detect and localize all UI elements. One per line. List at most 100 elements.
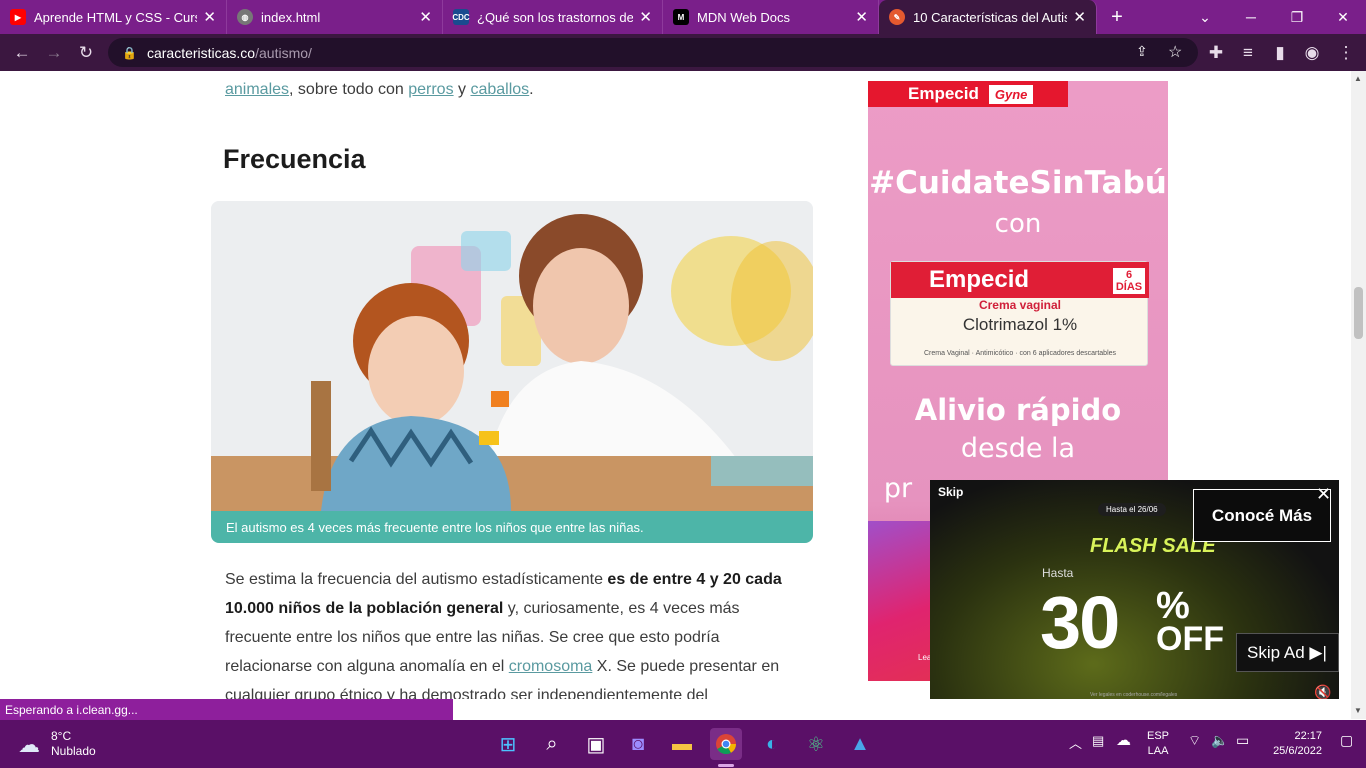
article-figure: El autismo es 4 veces más frecuente entr…: [211, 201, 813, 543]
ad-line1: Alivio rápido: [914, 393, 1122, 427]
status-bar: Esperando a i.clean.gg...: [0, 699, 453, 720]
off-text: OFF: [1156, 620, 1224, 658]
tab-youtube[interactable]: ▶ Aprende HTML y CSS - Curso ✕: [0, 0, 227, 34]
new-tab-button[interactable]: +: [1097, 0, 1137, 34]
lang: ESP: [1147, 730, 1170, 742]
skip-ad-button[interactable]: Skip Ad ▶|: [1236, 633, 1339, 672]
url-host: caracteristicas.co: [146, 44, 256, 61]
edge-icon[interactable]: ◐: [756, 728, 788, 760]
close-icon[interactable]: ✕: [1316, 484, 1331, 505]
text: .: [529, 81, 534, 98]
box-drug: Clotrimazol 1%: [962, 315, 1078, 334]
bookmark-star-icon[interactable]: ☆: [1168, 42, 1182, 62]
share-icon[interactable]: ⇪: [1136, 43, 1148, 60]
tab-mdn[interactable]: M MDN Web Docs ✕: [663, 0, 879, 34]
box-header: Empecid 6 DÍAS: [891, 262, 1149, 298]
side-panel-icon[interactable]: ▮: [1264, 37, 1296, 69]
volume-icon[interactable]: 🔈: [1211, 732, 1228, 749]
notification-icon[interactable]: ▢: [1340, 732, 1353, 749]
conoce-mas-button[interactable]: Conocé Más: [1193, 489, 1331, 542]
browser-toolbar: ← → ↻ 🔒 caracteristicas.co/autismo/ ⇪ ☆ …: [0, 34, 1366, 71]
weather-temp: 8°C: [51, 729, 72, 743]
hasta-text: Hasta: [1042, 566, 1074, 580]
weather-icon[interactable]: ☁: [18, 732, 40, 758]
link-animales[interactable]: animales: [225, 81, 289, 98]
link-caballos[interactable]: caballos: [470, 81, 529, 98]
globe-icon: ◍: [237, 9, 253, 25]
chrome-icon[interactable]: [710, 728, 742, 760]
close-window-button[interactable]: ✕: [1320, 0, 1366, 34]
scrollbar-thumb[interactable]: [1354, 287, 1363, 339]
ad-hashtag: #CuidateSinTabú: [869, 165, 1167, 201]
site-icon: ✎: [889, 9, 905, 25]
box-type: Crema vaginal: [978, 298, 1062, 312]
product-box: Empecid 6 DÍAS Crema vaginal Clotrimazol…: [890, 261, 1149, 366]
tab-index[interactable]: ◍ index.html ✕: [227, 0, 443, 34]
article-paragraph: Se estima la frecuencia del autismo esta…: [225, 565, 805, 699]
search-icon[interactable]: ⌕: [536, 728, 568, 760]
restore-button[interactable]: ❐: [1274, 0, 1320, 34]
ad-line2: desde la: [960, 433, 1076, 464]
clock[interactable]: 22:17 25/6/2022: [1264, 729, 1322, 759]
scrollbar[interactable]: [1351, 71, 1366, 719]
back-icon[interactable]: ←: [6, 37, 38, 69]
figure-caption: El autismo es 4 veces más frecuente entr…: [211, 511, 813, 543]
photo-child-with-woman: [211, 201, 813, 511]
percent-number: 30: [1040, 581, 1120, 664]
article: animales, sobre todo con perros y caball…: [211, 71, 813, 174]
video-ad-overlay[interactable]: Skip Hasta el 26/06 FLASH SALE Hasta 30 …: [930, 480, 1339, 699]
ad-brand: Empecid: [908, 84, 979, 103]
lang-sub: LAA: [1147, 745, 1169, 757]
weather-widget[interactable]: 8°C Nublado: [51, 729, 96, 759]
close-tab-icon[interactable]: ✕: [639, 8, 652, 26]
chrome-logo: [716, 734, 737, 755]
scroll-up-icon[interactable]: ▲: [1354, 74, 1362, 83]
time: 22:17: [1294, 730, 1322, 742]
text: y: [453, 81, 471, 98]
link-cromosoma[interactable]: cromosoma: [509, 658, 593, 675]
tab-cdc[interactable]: CDC ¿Qué son los trastornos del e ✕: [443, 0, 663, 34]
extensions-icon[interactable]: ✚: [1200, 37, 1232, 69]
scroll-down-icon[interactable]: ▼: [1354, 706, 1362, 715]
close-tab-icon[interactable]: ✕: [1073, 8, 1086, 26]
legal-fine-print: Ver legales en coderhouse.com/legales: [1090, 692, 1178, 698]
chat-icon[interactable]: ◙: [622, 728, 654, 760]
photos-icon[interactable]: ▲: [844, 728, 876, 760]
menu-icon[interactable]: ⋮: [1330, 37, 1362, 69]
minimize-button[interactable]: ─: [1228, 0, 1274, 34]
language-indicator[interactable]: ESP LAA: [1147, 729, 1169, 759]
tab-autismo[interactable]: ✎ 10 Características del Autism ✕: [879, 0, 1097, 34]
tray-app-icon[interactable]: ▤: [1092, 733, 1104, 749]
address-bar[interactable]: 🔒 caracteristicas.co/autismo/ ⇪ ☆: [108, 38, 1198, 67]
tab-search-icon[interactable]: ⌄: [1182, 0, 1228, 34]
profile-avatar[interactable]: ◉: [1296, 37, 1328, 69]
close-tab-icon[interactable]: ✕: [855, 8, 868, 26]
link-perros[interactable]: perros: [408, 81, 453, 98]
tab-title: ¿Qué son los trastornos del e: [477, 9, 634, 25]
file-explorer-icon[interactable]: ▬: [666, 728, 698, 760]
mdn-icon: M: [673, 9, 689, 25]
lock-icon: 🔒: [122, 45, 137, 60]
tray-chevron-icon[interactable]: ︿: [1069, 733, 1082, 752]
reload-icon[interactable]: ↻: [70, 37, 102, 69]
battery-icon[interactable]: ▭: [1236, 732, 1249, 749]
page-content: animales, sobre todo con perros y caball…: [0, 71, 1366, 699]
mute-icon[interactable]: 🔇: [1314, 684, 1331, 699]
tab-title: 10 Características del Autism: [913, 9, 1068, 25]
forward-icon[interactable]: →: [38, 37, 70, 69]
tray-cloud-icon[interactable]: ☁: [1116, 731, 1131, 749]
text: , sobre todo con: [289, 81, 409, 98]
box-fine-print: Crema Vaginal · Antimicótico · con 6 apl…: [923, 350, 1117, 357]
close-tab-icon[interactable]: ✕: [419, 8, 432, 26]
skip-label[interactable]: Skip: [938, 485, 963, 499]
close-tab-icon[interactable]: ✕: [203, 8, 216, 26]
wifi-icon[interactable]: ⌔: [1188, 732, 1201, 750]
media-control-icon[interactable]: ≡: [1232, 37, 1264, 69]
atom-icon[interactable]: ⚛: [800, 728, 832, 760]
start-icon[interactable]: ⊞: [492, 728, 524, 760]
date: 25/6/2022: [1273, 745, 1322, 757]
task-view-icon[interactable]: ▣: [580, 728, 612, 760]
text: Se estima la frecuencia del autismo esta…: [225, 571, 608, 588]
tab-title: index.html: [261, 9, 321, 25]
tab-title: Aprende HTML y CSS - Curso: [34, 9, 198, 25]
